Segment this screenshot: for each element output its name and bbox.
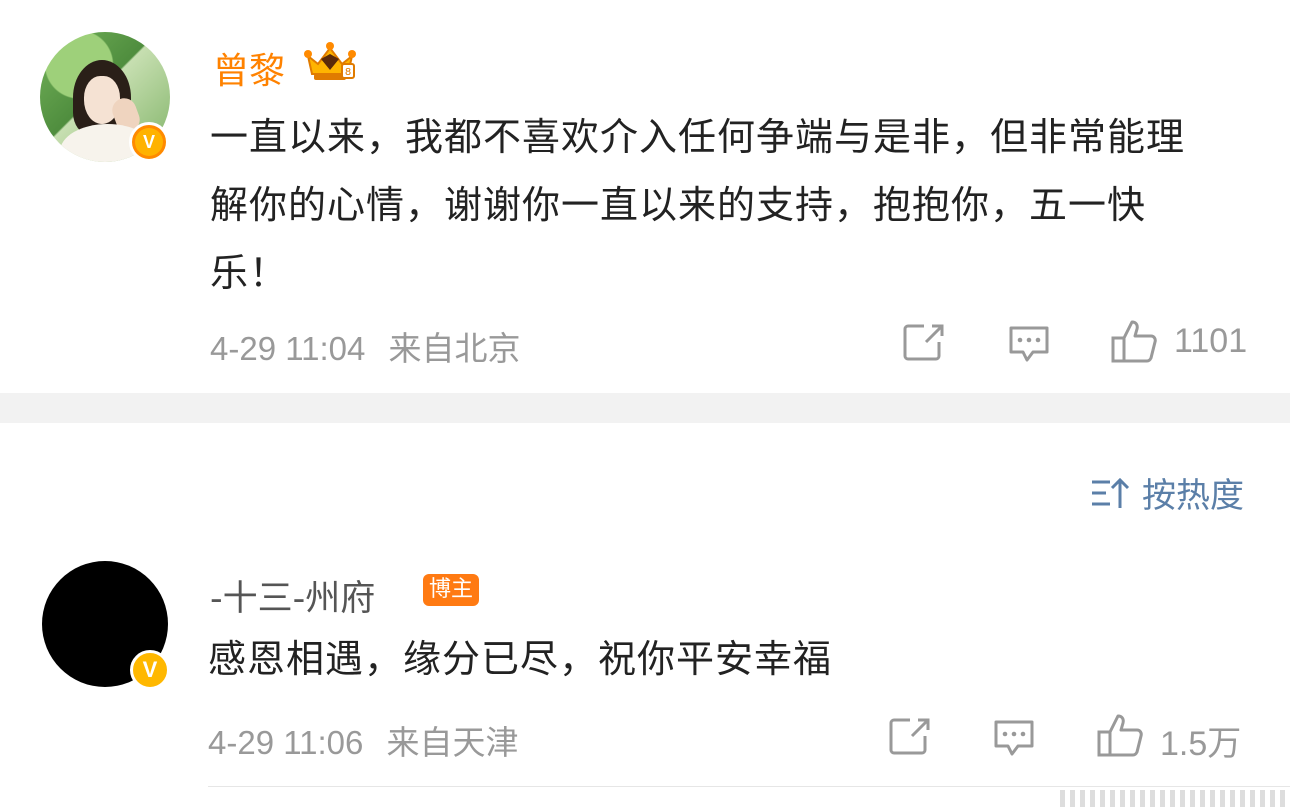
like-button[interactable] <box>1110 318 1158 364</box>
verified-v-icon: V <box>130 650 170 690</box>
comment-like-button[interactable] <box>1096 712 1144 758</box>
post-time: 4-29 11:04 <box>210 330 366 367</box>
comment-location: 来自天津 <box>386 724 519 761</box>
comment-button[interactable] <box>1007 324 1051 364</box>
thumbs-up-icon <box>1097 714 1143 757</box>
thumbs-up-icon <box>1111 320 1157 363</box>
original-post: V 曾黎 8 一直以来，我都不喜欢介入任何争端与是非，但非常能理解你的心情，谢谢… <box>0 0 1290 393</box>
author-name[interactable]: 曾黎 <box>213 42 285 94</box>
comment-divider <box>208 786 1290 787</box>
section-divider <box>0 393 1290 423</box>
sort-label: 按热度 <box>1142 476 1244 516</box>
comment-text: 感恩相遇，缘分已尽，祝你平安幸福 <box>208 637 833 681</box>
comment-meta: 4-29 11:06 来自天津 <box>208 716 519 764</box>
comment-share-button[interactable] <box>888 716 932 756</box>
post-meta: 4-29 11:04 来自北京 <box>210 322 521 370</box>
sort-icon <box>1092 477 1130 508</box>
verified-v-icon: V <box>129 122 169 162</box>
crown-icon[interactable]: 8 <box>302 40 358 84</box>
share-button[interactable] <box>902 322 946 362</box>
comment-time: 4-29 11:06 <box>208 724 364 761</box>
comment-like-count: 1.5万 <box>1160 725 1242 763</box>
svg-text:8: 8 <box>345 67 351 78</box>
comment-icon <box>994 720 1034 756</box>
comment-icon <box>1009 326 1049 362</box>
scroll-fade-indicator <box>1060 790 1290 807</box>
commenter-name[interactable]: -十三-州府 <box>210 570 375 621</box>
sort-by-hot-button[interactable]: 按热度 <box>1090 468 1244 517</box>
blogger-tag: 博主 <box>423 574 480 606</box>
post-text: 一直以来，我都不喜欢介入任何争端与是非，但非常能理解你的心情，谢谢你一直以来的支… <box>210 115 1186 295</box>
post-location: 来自北京 <box>388 330 521 367</box>
share-icon <box>889 718 930 755</box>
comment-reply-button[interactable] <box>992 718 1036 758</box>
share-icon <box>903 324 944 361</box>
like-count: 1101 <box>1174 322 1248 360</box>
